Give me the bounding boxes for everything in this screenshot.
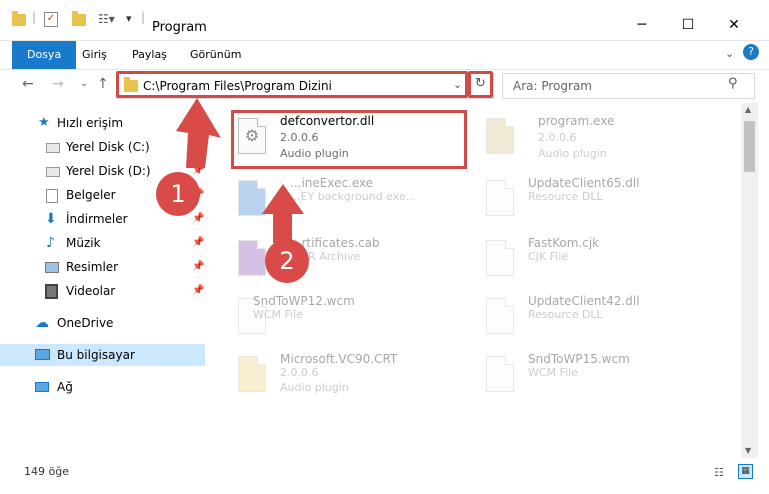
arrow-2 bbox=[262, 184, 304, 243]
large-icons-view-icon[interactable]: ▦ bbox=[738, 464, 753, 479]
step-badge-2: 2 bbox=[265, 239, 309, 283]
details-view-icon[interactable]: ☷ bbox=[714, 466, 724, 479]
item-count: 149 öğe bbox=[24, 465, 69, 478]
arrow-1 bbox=[176, 98, 221, 168]
annotation-arrows bbox=[176, 98, 304, 243]
status-bar bbox=[0, 458, 769, 494]
step-badge-1: 1 bbox=[156, 172, 200, 216]
